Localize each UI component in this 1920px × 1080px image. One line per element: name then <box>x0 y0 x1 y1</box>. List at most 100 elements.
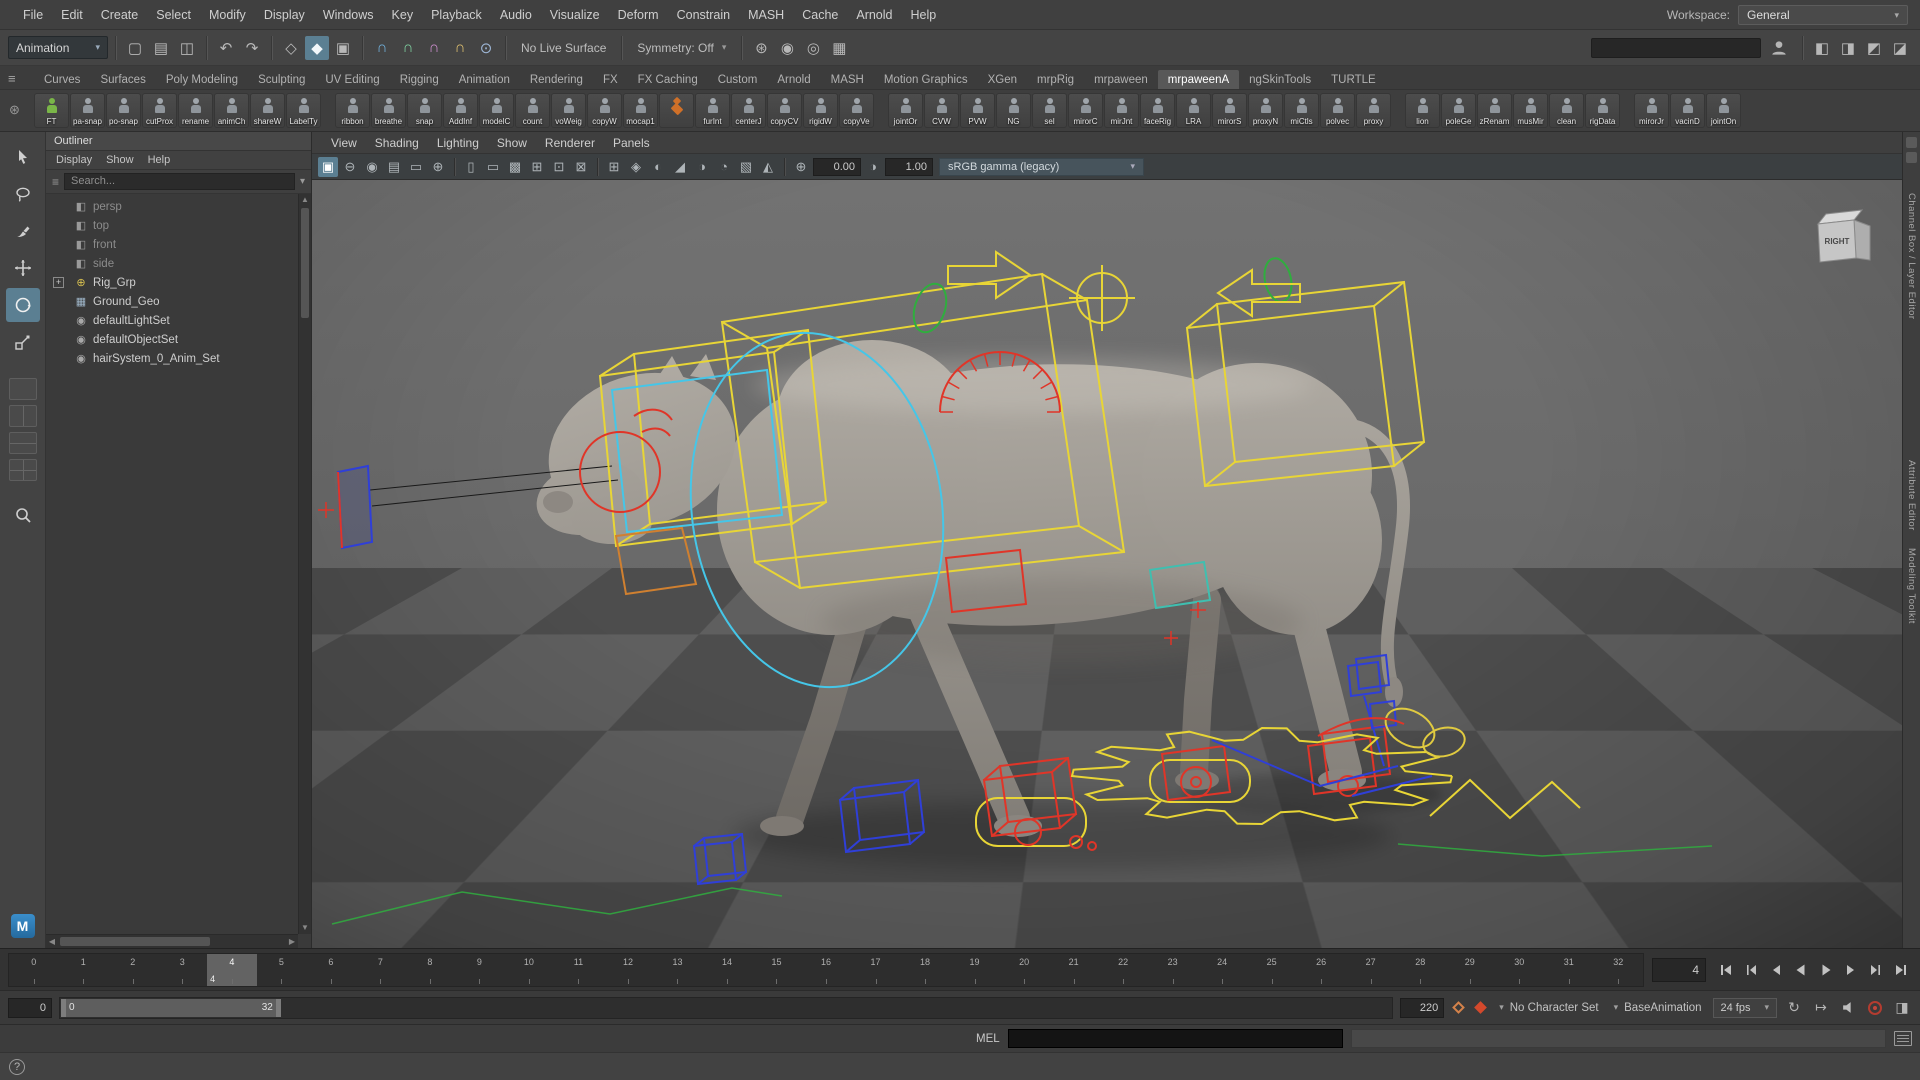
rig-cog-control[interactable] <box>1069 265 1135 331</box>
shelf-item[interactable]: shareW <box>250 93 285 128</box>
timeline-tick[interactable]: 17 <box>851 954 901 986</box>
timeline-tick[interactable]: 16 <box>801 954 851 986</box>
shelf-item[interactable]: breathe <box>371 93 406 128</box>
scroll-up-icon[interactable]: ▲ <box>299 194 311 206</box>
safe-title-icon[interactable]: ⊠ <box>571 157 591 177</box>
shelf-item[interactable]: jointOr <box>888 93 923 128</box>
exposure-field[interactable]: 0.00 <box>813 158 861 176</box>
shelf-tab[interactable]: Sculpting <box>248 70 315 89</box>
shelf-item[interactable]: mirJnt <box>1104 93 1139 128</box>
outliner-menu-item[interactable]: Show <box>100 154 140 166</box>
timeline-tick[interactable]: 8 <box>405 954 455 986</box>
menu-set-select[interactable]: Animation ▾ <box>8 36 108 59</box>
construction-history-toggle[interactable]: ⊛ <box>749 36 773 60</box>
timeline-tick[interactable]: 0 <box>9 954 59 986</box>
scroll-down-icon[interactable]: ▼ <box>299 922 311 934</box>
animation-start-field[interactable]: 0 <box>8 998 52 1018</box>
shelf-item[interactable]: rigidW <box>803 93 838 128</box>
grid-icon[interactable]: ⊞ <box>604 157 624 177</box>
shelf-menu-icon[interactable]: ≡ <box>8 71 16 86</box>
scroll-left-icon[interactable]: ◀ <box>46 935 58 949</box>
timeline-tick[interactable]: 10 <box>504 954 554 986</box>
rig-arrow-forward-control[interactable] <box>948 252 1030 298</box>
symmetry-select[interactable]: Symmetry: Off ▾ <box>629 41 734 55</box>
select-tool-button[interactable] <box>6 140 40 174</box>
menu-item[interactable]: Windows <box>314 0 383 30</box>
timeline-tick[interactable]: 4 4 <box>207 954 257 986</box>
step-back-key-button[interactable] <box>1764 958 1787 982</box>
timeline-tick[interactable]: 19 <box>950 954 1000 986</box>
shelf-editor-icon[interactable]: ⊛ <box>9 102 20 118</box>
menu-item[interactable]: Edit <box>52 0 92 30</box>
timeline-tick[interactable]: 18 <box>900 954 950 986</box>
shelf-item[interactable]: count <box>515 93 550 128</box>
tab-attribute-editor[interactable]: Attribute Editor <box>1906 460 1917 531</box>
tab-modeling-toolkit[interactable]: Modeling Toolkit <box>1906 548 1917 624</box>
timeline-tick[interactable]: 26 <box>1296 954 1346 986</box>
step-forward-key-button[interactable] <box>1839 958 1862 982</box>
outliner-item[interactable]: + ⊕ Rig_Grp <box>46 273 311 292</box>
shelf-tab[interactable]: Curves <box>34 70 90 89</box>
timeline-tick[interactable]: 31 <box>1544 954 1594 986</box>
command-input[interactable] <box>1008 1029 1343 1048</box>
undo-button[interactable]: ↶ <box>214 36 238 60</box>
shelf-item[interactable]: FT <box>34 93 69 128</box>
ui-layout-full-button[interactable]: ◪ <box>1888 36 1912 60</box>
snap-to-curve-button[interactable]: ∩ <box>396 36 420 60</box>
rig-ground-curve-left[interactable] <box>332 888 782 924</box>
ui-layout-sidebar-button[interactable]: ◨ <box>1836 36 1860 60</box>
zoom-tool-button[interactable] <box>6 498 40 532</box>
bookmarks-icon[interactable]: ▤ <box>384 157 404 177</box>
animation-end-field[interactable]: 220 <box>1400 998 1444 1018</box>
set-key-options-icon[interactable] <box>1452 1001 1465 1014</box>
pan-zoom-icon[interactable]: ⊕ <box>428 157 448 177</box>
scrollbar-thumb[interactable] <box>301 208 309 318</box>
outliner-item[interactable]: + ◧ side <box>46 254 311 273</box>
snap-to-grid-button[interactable]: ∩ <box>370 36 394 60</box>
shelf-tab[interactable]: TURTLE <box>1321 70 1386 89</box>
audio-mute-icon[interactable] <box>1838 998 1858 1018</box>
shelf-item[interactable]: ribbon <box>335 93 370 128</box>
step-back-frame-button[interactable] <box>1739 958 1762 982</box>
redo-button[interactable]: ↷ <box>240 36 264 60</box>
save-scene-button[interactable]: ◫ <box>175 36 199 60</box>
timeline-tick[interactable]: 28 <box>1395 954 1445 986</box>
lighting-icon[interactable]: ◐ <box>648 157 668 177</box>
timeline-tick[interactable]: 3 <box>158 954 208 986</box>
shelf-tab[interactable]: Animation <box>449 70 520 89</box>
range-track[interactable]: 0 32 <box>59 997 1393 1019</box>
timeline-tick[interactable]: 6 <box>306 954 356 986</box>
menu-item[interactable]: Select <box>147 0 200 30</box>
new-scene-button[interactable]: ▢ <box>123 36 147 60</box>
layer-editor-icon[interactable] <box>1906 152 1917 163</box>
shelf-item[interactable]: mirorC <box>1068 93 1103 128</box>
animation-preferences-icon[interactable]: ◨ <box>1892 998 1912 1018</box>
shelf-item[interactable]: copyCV <box>767 93 802 128</box>
move-tool-button[interactable] <box>6 251 40 285</box>
timeline-tick[interactable]: 7 <box>356 954 406 986</box>
playback-loop-icon[interactable]: ↻ <box>1784 998 1804 1018</box>
outliner-menu-item[interactable]: Help <box>142 154 177 166</box>
mel-toggle-button[interactable]: MEL <box>976 1033 1000 1045</box>
shelf-item[interactable]: clean <box>1549 93 1584 128</box>
shelf-tab[interactable]: Surfaces <box>90 70 155 89</box>
workspace-select[interactable]: General ▾ <box>1738 5 1908 25</box>
safe-action-icon[interactable]: ⊡ <box>549 157 569 177</box>
character-set-select[interactable]: ▾ No Character Set <box>1495 1002 1602 1014</box>
shelf-item[interactable]: proxy <box>1356 93 1391 128</box>
paint-select-tool-button[interactable] <box>6 214 40 248</box>
gamma-field[interactable]: 1.00 <box>885 158 933 176</box>
panel-menu-item[interactable]: View <box>322 136 366 150</box>
shelf-tab[interactable]: mrpRig <box>1027 70 1084 89</box>
timeline-tick[interactable]: 23 <box>1148 954 1198 986</box>
expand-icon[interactable]: + <box>53 277 64 288</box>
lock-camera-icon[interactable]: ⊖ <box>340 157 360 177</box>
sign-in-icon[interactable] <box>1769 38 1789 58</box>
shelf-item[interactable]: cutProx <box>142 93 177 128</box>
anim-layer-select[interactable]: ▾ BaseAnimation <box>1610 1002 1706 1014</box>
quick-search-input[interactable] <box>1591 38 1761 58</box>
scale-tool-button[interactable] <box>6 325 40 359</box>
camera-attributes-icon[interactable]: ◉ <box>362 157 382 177</box>
timeline-tick[interactable]: 29 <box>1445 954 1495 986</box>
shelf-item[interactable]: poleGe <box>1441 93 1476 128</box>
